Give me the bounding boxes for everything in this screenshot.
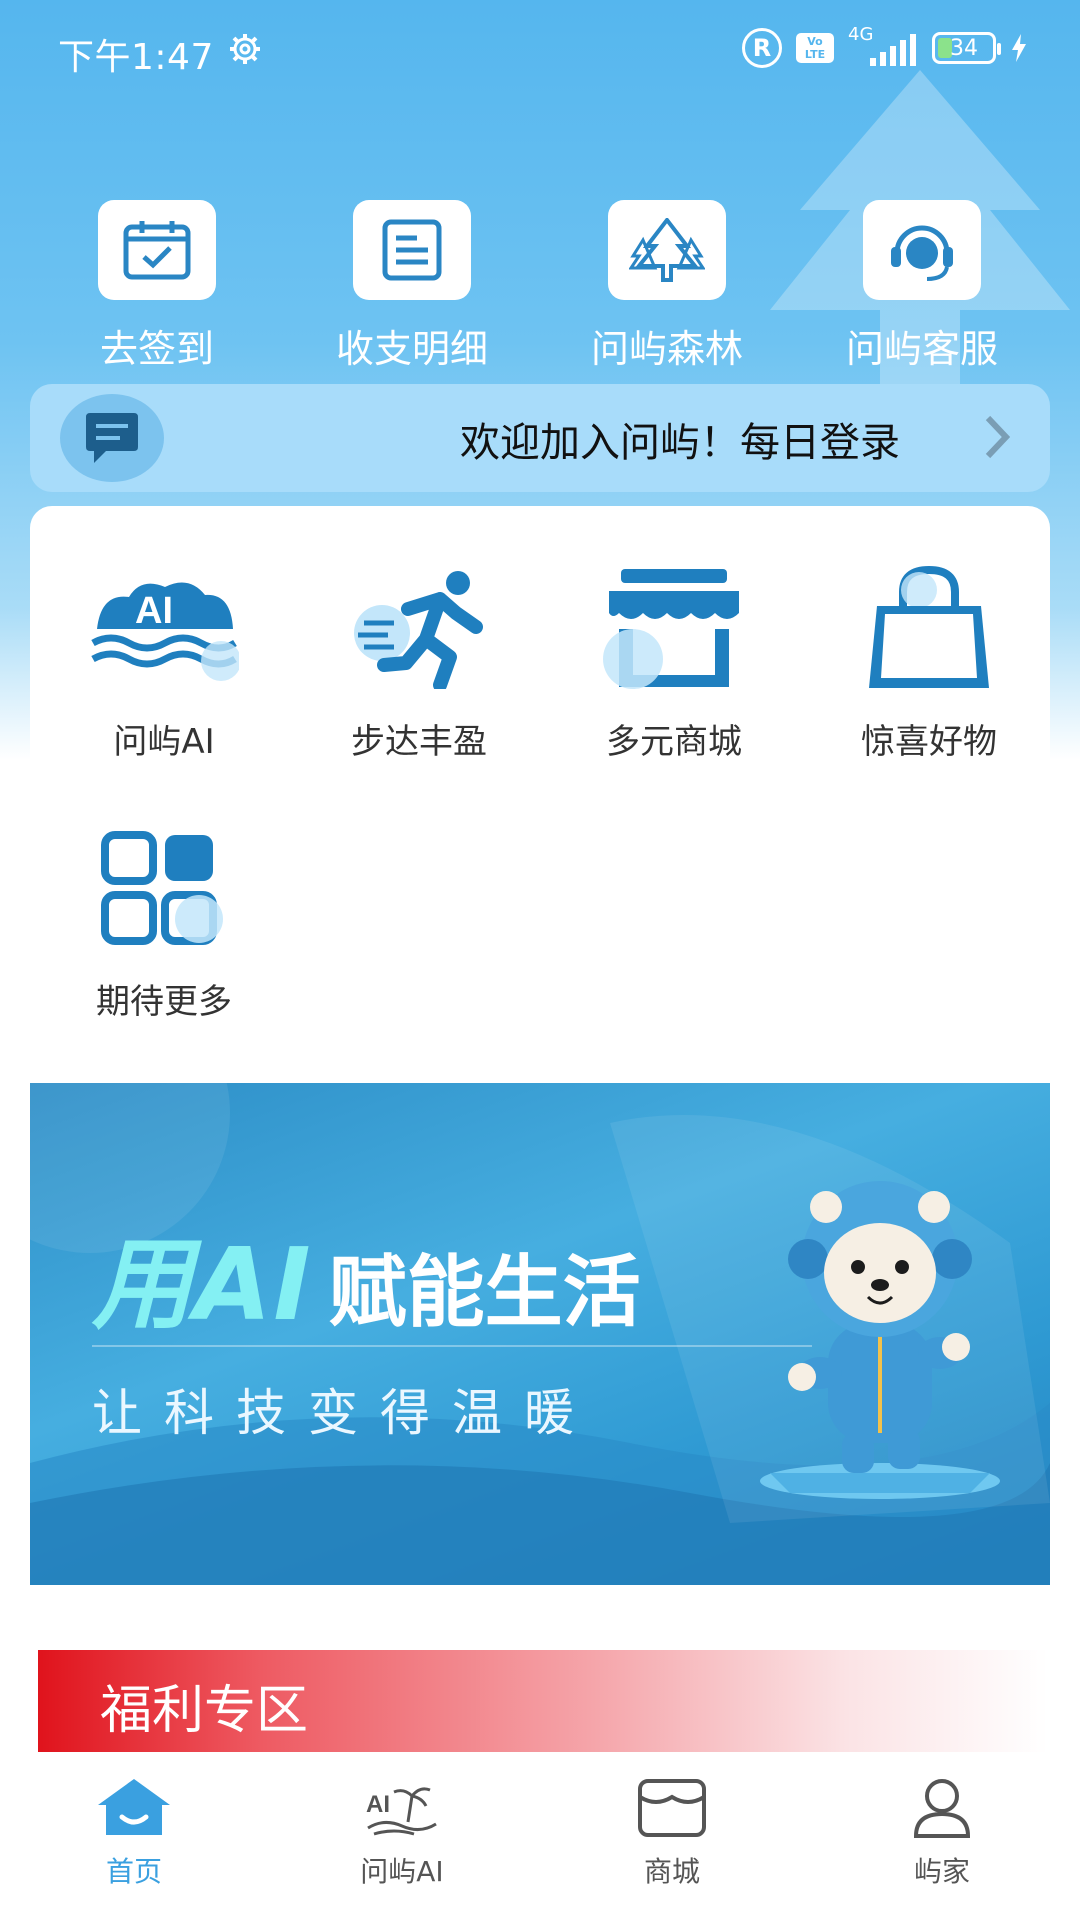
service-label: 惊喜好物: [861, 722, 997, 762]
more-grid-icon: [79, 814, 249, 964]
nav-label: 首页: [105, 1855, 162, 1888]
welfare-title: 福利专区: [100, 1681, 309, 1741]
quick-action-transactions[interactable]: 收支明细: [302, 200, 522, 373]
calendar-check-icon: [98, 200, 216, 300]
quick-action-checkin[interactable]: 去签到: [47, 200, 267, 373]
banner-subtitle: 让科技变得温暖: [92, 1384, 596, 1442]
service-goods[interactable]: 惊喜好物: [819, 554, 1039, 763]
service-ai[interactable]: AI 问屿AI: [54, 554, 274, 763]
promo-banner[interactable]: 用AI 赋能生活 让科技变得温暖: [30, 1083, 1050, 1585]
quick-action-support[interactable]: 问屿客服: [812, 200, 1032, 373]
home-icon: [34, 1772, 234, 1844]
service-mall[interactable]: 多元商城: [564, 554, 784, 763]
store-icon: [589, 554, 759, 704]
nav-shop[interactable]: 商城: [572, 1772, 772, 1890]
notice-text: 欢迎加入问屿！每日登录: [460, 420, 900, 466]
ai-island-icon: AI: [79, 554, 249, 704]
nav-label: 商城: [643, 1855, 700, 1888]
message-icon: [60, 394, 164, 482]
shopping-bag-icon: [844, 554, 1014, 704]
charging-icon: [1012, 34, 1026, 62]
status-time: 下午1:47: [58, 37, 214, 78]
nav-label: 问屿AI: [360, 1855, 444, 1888]
ai-island-nav-icon: AI: [302, 1772, 502, 1844]
profile-icon: [842, 1772, 1042, 1844]
settings-gear-icon: [230, 34, 260, 64]
document-list-icon: [353, 200, 471, 300]
banner-title: 用AI 赋能生活: [92, 1203, 641, 1348]
services-card: AI 问屿AI 步达丰盈 多元商城 惊喜好物 期待更多: [30, 506, 1050, 1046]
status-right-group: R Vo LTE 4G 34: [742, 24, 1028, 68]
welfare-section-header: 福利专区: [38, 1650, 1048, 1752]
volte-icon: Vo LTE: [796, 33, 834, 63]
shop-nav-icon: [572, 1772, 772, 1844]
quick-action-label: 收支明细: [335, 327, 488, 371]
quick-action-label: 问屿客服: [845, 327, 998, 371]
service-label: 多元商城: [606, 722, 742, 762]
nav-label: 屿家: [913, 1855, 970, 1888]
forest-icon: [608, 200, 726, 300]
service-steps[interactable]: 步达丰盈: [309, 554, 529, 763]
notice-bar[interactable]: 欢迎加入问屿！每日登录: [30, 384, 1050, 492]
service-label: 期待更多: [96, 982, 232, 1022]
quick-action-forest[interactable]: 问屿森林: [557, 200, 777, 373]
battery-icon: 34: [932, 32, 1001, 64]
banner-title-rest: 赋能生活: [328, 1248, 641, 1338]
nav-profile[interactable]: 屿家: [842, 1772, 1042, 1890]
running-man-icon: [334, 554, 504, 704]
svg-text:AI: AI: [135, 590, 173, 632]
service-label: 问屿AI: [113, 722, 215, 762]
svg-text:AI: AI: [366, 1791, 390, 1818]
customer-service-icon: [863, 200, 981, 300]
registered-icon: R: [742, 28, 782, 68]
status-bar: 下午1:47 R Vo LTE 4G 34: [0, 0, 1080, 100]
bottom-nav: 首页 AI 问屿AI 商城 屿家: [0, 1752, 1080, 1920]
service-more[interactable]: 期待更多: [54, 814, 274, 1023]
signal-icon: 4G: [848, 24, 918, 66]
quick-action-label: 问屿森林: [590, 327, 743, 371]
banner-divider: [92, 1345, 812, 1347]
quick-action-label: 去签到: [99, 327, 214, 371]
quick-actions: 去签到 收支明细 问屿森林 问屿客服: [0, 200, 1080, 373]
bear-mascot-icon: [760, 1181, 1000, 1499]
banner-title-highlight: 用AI: [92, 1226, 313, 1343]
chevron-right-icon[interactable]: [982, 412, 1012, 462]
battery-level: 34: [950, 35, 978, 61]
nav-ai[interactable]: AI 问屿AI: [302, 1772, 502, 1890]
nav-home[interactable]: 首页: [34, 1772, 234, 1890]
service-label: 步达丰盈: [351, 722, 487, 762]
